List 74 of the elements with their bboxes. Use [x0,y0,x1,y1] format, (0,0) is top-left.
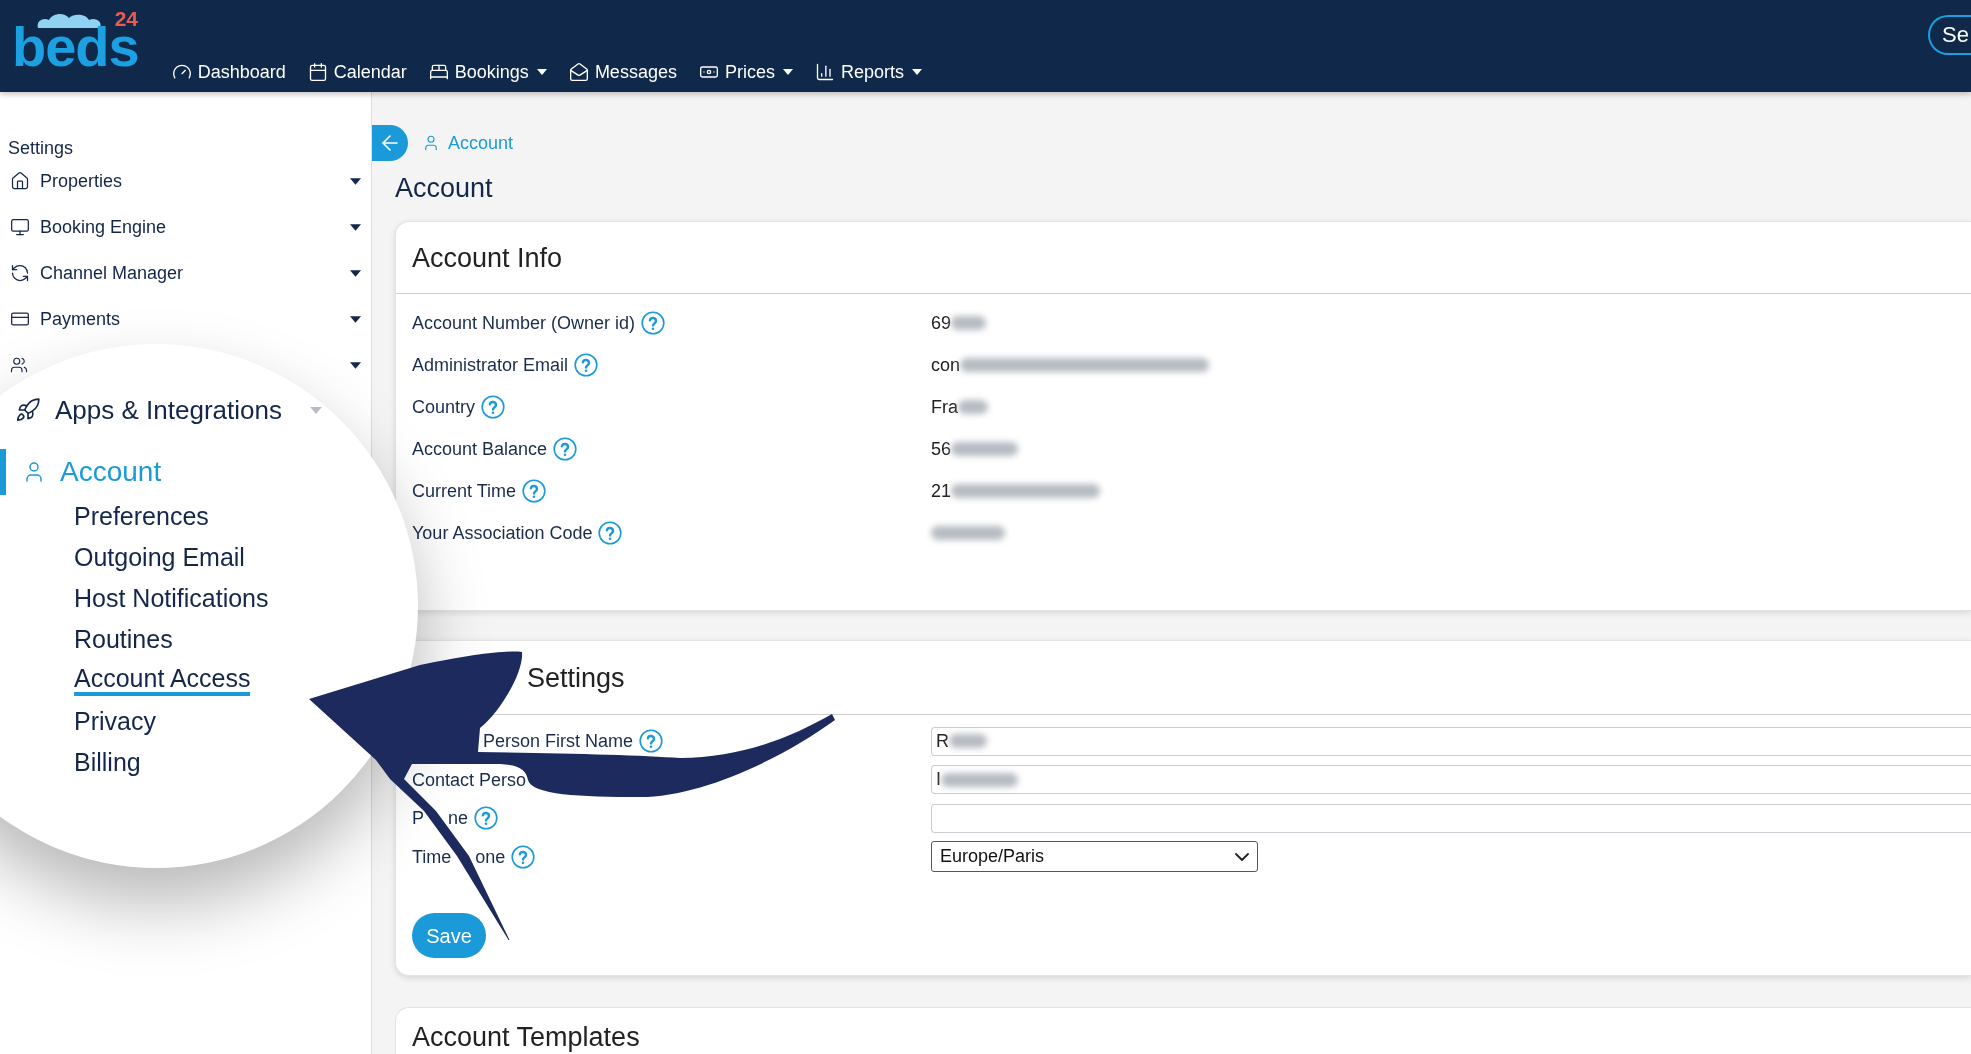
monitor-icon [10,217,30,237]
caret-down-icon [350,177,361,185]
help-icon[interactable] [481,395,506,419]
caret-down-icon [350,269,361,277]
field-label: Your Association Code [412,523,593,543]
help-icon[interactable] [511,844,536,869]
calendar-icon [307,62,328,82]
help-icon[interactable] [522,479,547,503]
people-icon[interactable] [10,356,28,374]
help-icon[interactable] [574,353,599,377]
field-label: Current Time [412,481,517,501]
help-icon[interactable] [474,806,499,831]
submenu-link[interactable]: Preferences [74,501,209,530]
sidebar-item[interactable]: Apps & Integrations [15,395,282,425]
envelope-icon [568,62,589,82]
field-label: Person First Name [483,731,634,752]
house-icon [10,171,30,191]
field-label: ne [448,808,469,829]
field-value: 21 [931,481,952,501]
nav-link[interactable]: Dashboard [171,61,286,83]
bed-icon [428,62,449,82]
field-value: 69 [931,313,952,333]
caret-down-icon [350,315,361,323]
text-input[interactable]: R [931,726,1971,756]
submenu-link[interactable]: Billing [74,747,141,776]
field-label: one [475,846,506,867]
field-value: Fra [931,397,958,417]
submenu-link[interactable]: Routines [74,624,173,653]
field-value: 56 [931,439,952,459]
field-label: Time [412,846,452,867]
nav-link[interactable]: Bookings [428,61,547,83]
card-title: Account Info [412,241,563,274]
rocket-icon [15,397,41,423]
user-icon [422,134,440,152]
field-label: Contact Perso [412,769,527,790]
text-input[interactable] [931,803,1971,833]
corner-button[interactable]: Se [1928,15,1971,55]
help-icon[interactable] [639,729,664,754]
text-input[interactable]: I [931,765,1971,795]
bar-chart-icon [814,62,835,82]
sidebar-item[interactable]: Properties [8,166,361,196]
submenu-link[interactable]: Outgoing Email [74,542,245,571]
page-title: Account [395,172,494,204]
field-label: P [412,808,424,829]
sidebar-item[interactable]: Payments [8,304,361,334]
nav-link[interactable]: Prices [698,61,793,83]
nav-link[interactable]: Reports [814,61,922,83]
caret-down-icon [310,406,322,414]
submenu-link[interactable]: Account Access [74,663,251,696]
card-title: Settings [527,661,625,694]
sidebar-item[interactable]: Booking Engine [8,212,361,242]
field-value: con [931,355,961,375]
caret-down-icon [350,361,361,369]
field-label: Account Number (Owner id) [412,313,636,333]
submenu-link[interactable]: Host Notifications [74,583,269,612]
field-label: Administrator Email [412,355,569,375]
sync-icon [10,263,30,283]
logo-wordmark[interactable]: beds [12,28,139,66]
chevron-down-icon [1235,852,1249,861]
nav-link[interactable]: Messages [568,61,677,83]
nav-link[interactable]: Calendar [307,61,407,83]
submenu-link[interactable]: Privacy [74,706,156,735]
back-button[interactable] [372,125,408,161]
help-icon[interactable] [641,311,666,335]
sidebar-heading: Settings [8,137,75,159]
sidebar-item[interactable]: Channel Manager [8,258,361,288]
timezone-select[interactable]: Europe/Paris [931,841,1258,873]
card-title: Account Templates [412,1022,641,1052]
help-icon[interactable] [553,437,578,461]
field-label: Account Balance [412,439,548,459]
help-icon[interactable] [598,521,623,545]
logo-number: 24 [114,10,138,28]
caret-down-icon [350,223,361,231]
field-label: Country [412,397,476,417]
